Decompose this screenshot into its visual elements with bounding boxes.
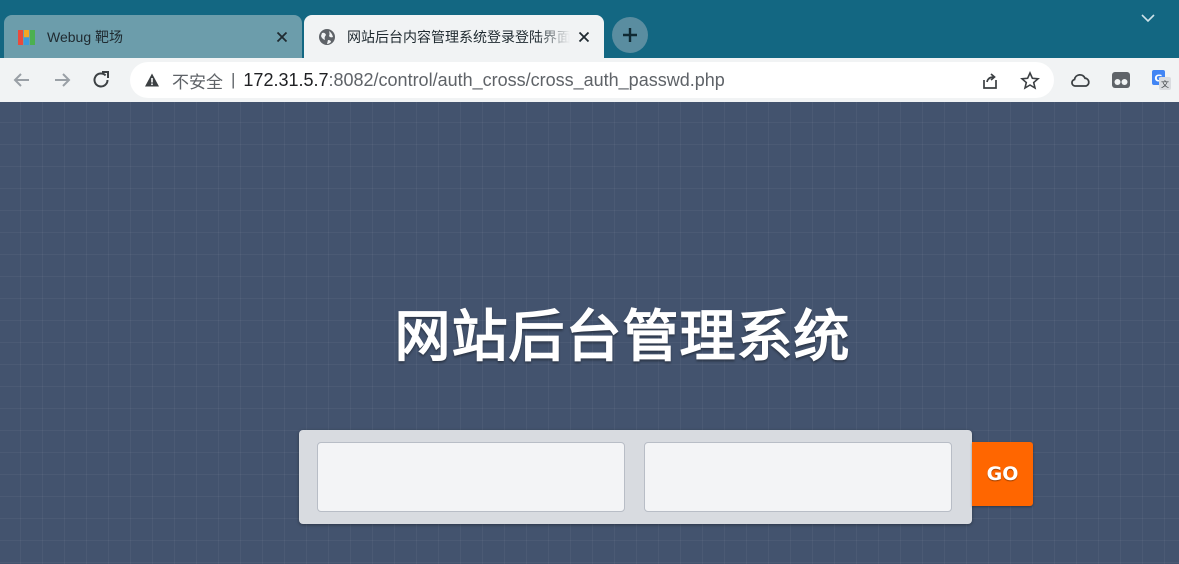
url-text[interactable]: 172.31.5.7:8082/control/auth_cross/cross… [243, 70, 724, 91]
tab-strip: Webug 靶场 网站后台内容管理系统登录登陆界面 [0, 0, 1179, 58]
login-form [299, 430, 972, 524]
tab-title: Webug 靶场 [47, 28, 123, 45]
translate-icon[interactable]: G 文 [1150, 69, 1172, 91]
tab-title: 网站后台内容管理系统登录登陆界面 [347, 28, 570, 45]
bookmark-star-icon[interactable] [1020, 71, 1040, 91]
separator: | [231, 70, 236, 89]
svg-text:文: 文 [1161, 79, 1169, 89]
close-icon[interactable] [274, 29, 290, 45]
page-content: 网站后台管理系统 GO [0, 102, 1179, 564]
chevron-down-icon[interactable] [1139, 9, 1157, 27]
new-tab-button[interactable] [612, 17, 648, 53]
username-input[interactable] [317, 442, 625, 512]
cloud-icon[interactable] [1069, 69, 1091, 91]
back-arrow-icon[interactable] [10, 68, 34, 92]
plus-icon [623, 28, 637, 42]
security-label[interactable]: 不安全 [172, 68, 223, 93]
tab-webug[interactable]: Webug 靶场 [4, 15, 302, 58]
close-icon[interactable] [576, 29, 592, 45]
warning-triangle-icon[interactable] [144, 72, 160, 88]
globe-icon [319, 28, 335, 45]
share-icon[interactable] [980, 71, 1000, 91]
tab-admin-login[interactable]: 网站后台内容管理系统登录登陆界面 [304, 15, 604, 58]
webug-favicon-icon [18, 29, 35, 45]
extension-icon[interactable] [1110, 69, 1132, 91]
password-input[interactable] [644, 442, 952, 512]
go-button[interactable]: GO [972, 442, 1033, 506]
url-host: 172.31.5.7 [243, 69, 329, 90]
forward-arrow-icon[interactable] [50, 68, 74, 92]
url-path: :8082/control/auth_cross/cross_auth_pass… [328, 69, 725, 90]
reload-icon[interactable] [89, 68, 113, 92]
address-bar[interactable]: 不安全 | 172.31.5.7:8082/control/auth_cross… [130, 62, 1054, 98]
browser-toolbar: 不安全 | 172.31.5.7:8082/control/auth_cross… [0, 58, 1179, 102]
page-title: 网站后台管理系统 [394, 305, 851, 370]
